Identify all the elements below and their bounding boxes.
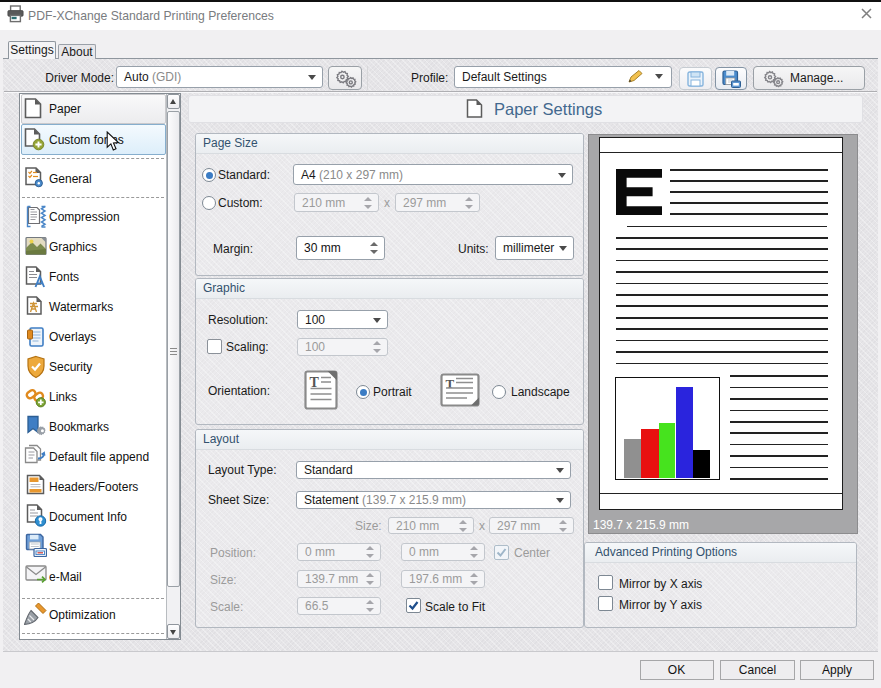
svg-text:T: T — [310, 375, 320, 390]
